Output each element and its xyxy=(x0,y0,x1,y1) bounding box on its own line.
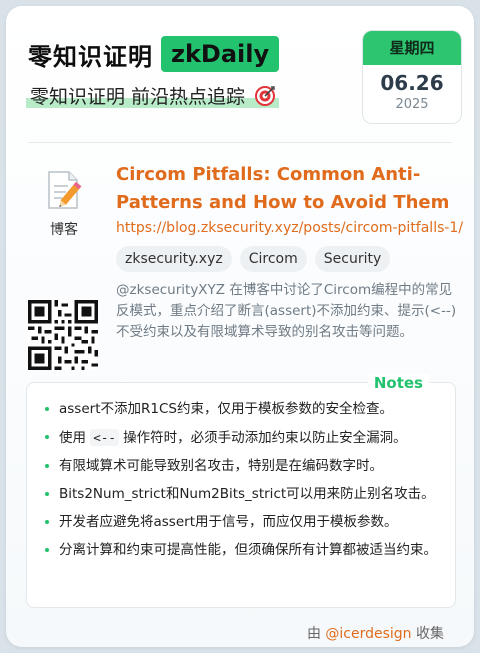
list-item: 使用 <-- 操作符时，必须手动添加约束以防止安全漏洞。 xyxy=(45,427,437,449)
author-link[interactable]: @icerdesign xyxy=(325,626,411,642)
post-description: @zksecurityXYZ 在博客中讨论了Circom编程中的常见反模式，重点… xyxy=(116,282,457,340)
card: 零知识证明 zkDaily 零知识证明 前沿热点追踪 星期四 06.26 202… xyxy=(6,6,474,647)
title-row: 零知识证明 zkDaily xyxy=(28,36,280,72)
tag[interactable]: zksecurity.xyz xyxy=(116,246,232,272)
date-day: 06.26 xyxy=(380,71,444,95)
date-box: 星期四 06.26 2025 xyxy=(362,30,462,124)
footer-suffix: 收集 xyxy=(411,626,444,642)
post-title[interactable]: Circom Pitfalls: Common Anti-Patterns an… xyxy=(116,161,461,217)
footer-prefix: 由 xyxy=(306,626,326,642)
target-icon xyxy=(255,86,276,111)
inline-code: <-- xyxy=(90,429,119,446)
subtitle: 零知识证明 前沿热点追踪 xyxy=(26,82,280,111)
brand-badge: zkDaily xyxy=(161,36,280,72)
memo-icon xyxy=(46,170,82,210)
note-text: 使用 xyxy=(59,430,91,446)
list-item: 有限域算术可能导致别名攻击，特别是在编码数字时。 xyxy=(45,456,437,477)
tag-list: zksecurity.xyz Circom Security xyxy=(116,246,391,272)
footer-credit: 由 @icerdesign 收集 xyxy=(307,623,444,643)
tag[interactable]: Circom xyxy=(239,246,307,272)
subtitle-text: 零知识证明 前沿热点追踪 xyxy=(30,86,246,108)
divider xyxy=(28,142,452,143)
list-item: 分离计算和约束可提高性能，但须确保所有计算都被适当约束。 xyxy=(45,540,437,561)
list-item: Bits2Num_strict和Num2Bits_strict可以用来防止别名攻… xyxy=(45,484,437,505)
tag[interactable]: Security xyxy=(314,246,391,272)
qr-code xyxy=(28,300,98,370)
list-item: 开发者应避免将assert用于信号，而应仅用于模板参数。 xyxy=(45,512,437,533)
notes-list: assert不添加R1CS约束，仅用于模板参数的安全检查。 使用 <-- 操作符… xyxy=(27,383,455,561)
post-link[interactable]: https://blog.zksecurity.xyz/posts/circom… xyxy=(116,220,463,236)
page-title: 零知识证明 xyxy=(28,42,153,71)
date-weekday: 星期四 xyxy=(363,31,461,65)
note-text: 操作符时，必须手动添加约束以防止安全漏洞。 xyxy=(118,430,407,446)
notes-label: Notes xyxy=(367,374,429,392)
date-year: 2025 xyxy=(395,97,429,112)
notes-panel: Notes assert不添加R1CS约束，仅用于模板参数的安全检查。 使用 <… xyxy=(26,374,456,608)
list-item: assert不添加R1CS约束，仅用于模板参数的安全检查。 xyxy=(45,399,437,420)
category-label: 博客 xyxy=(50,222,78,238)
